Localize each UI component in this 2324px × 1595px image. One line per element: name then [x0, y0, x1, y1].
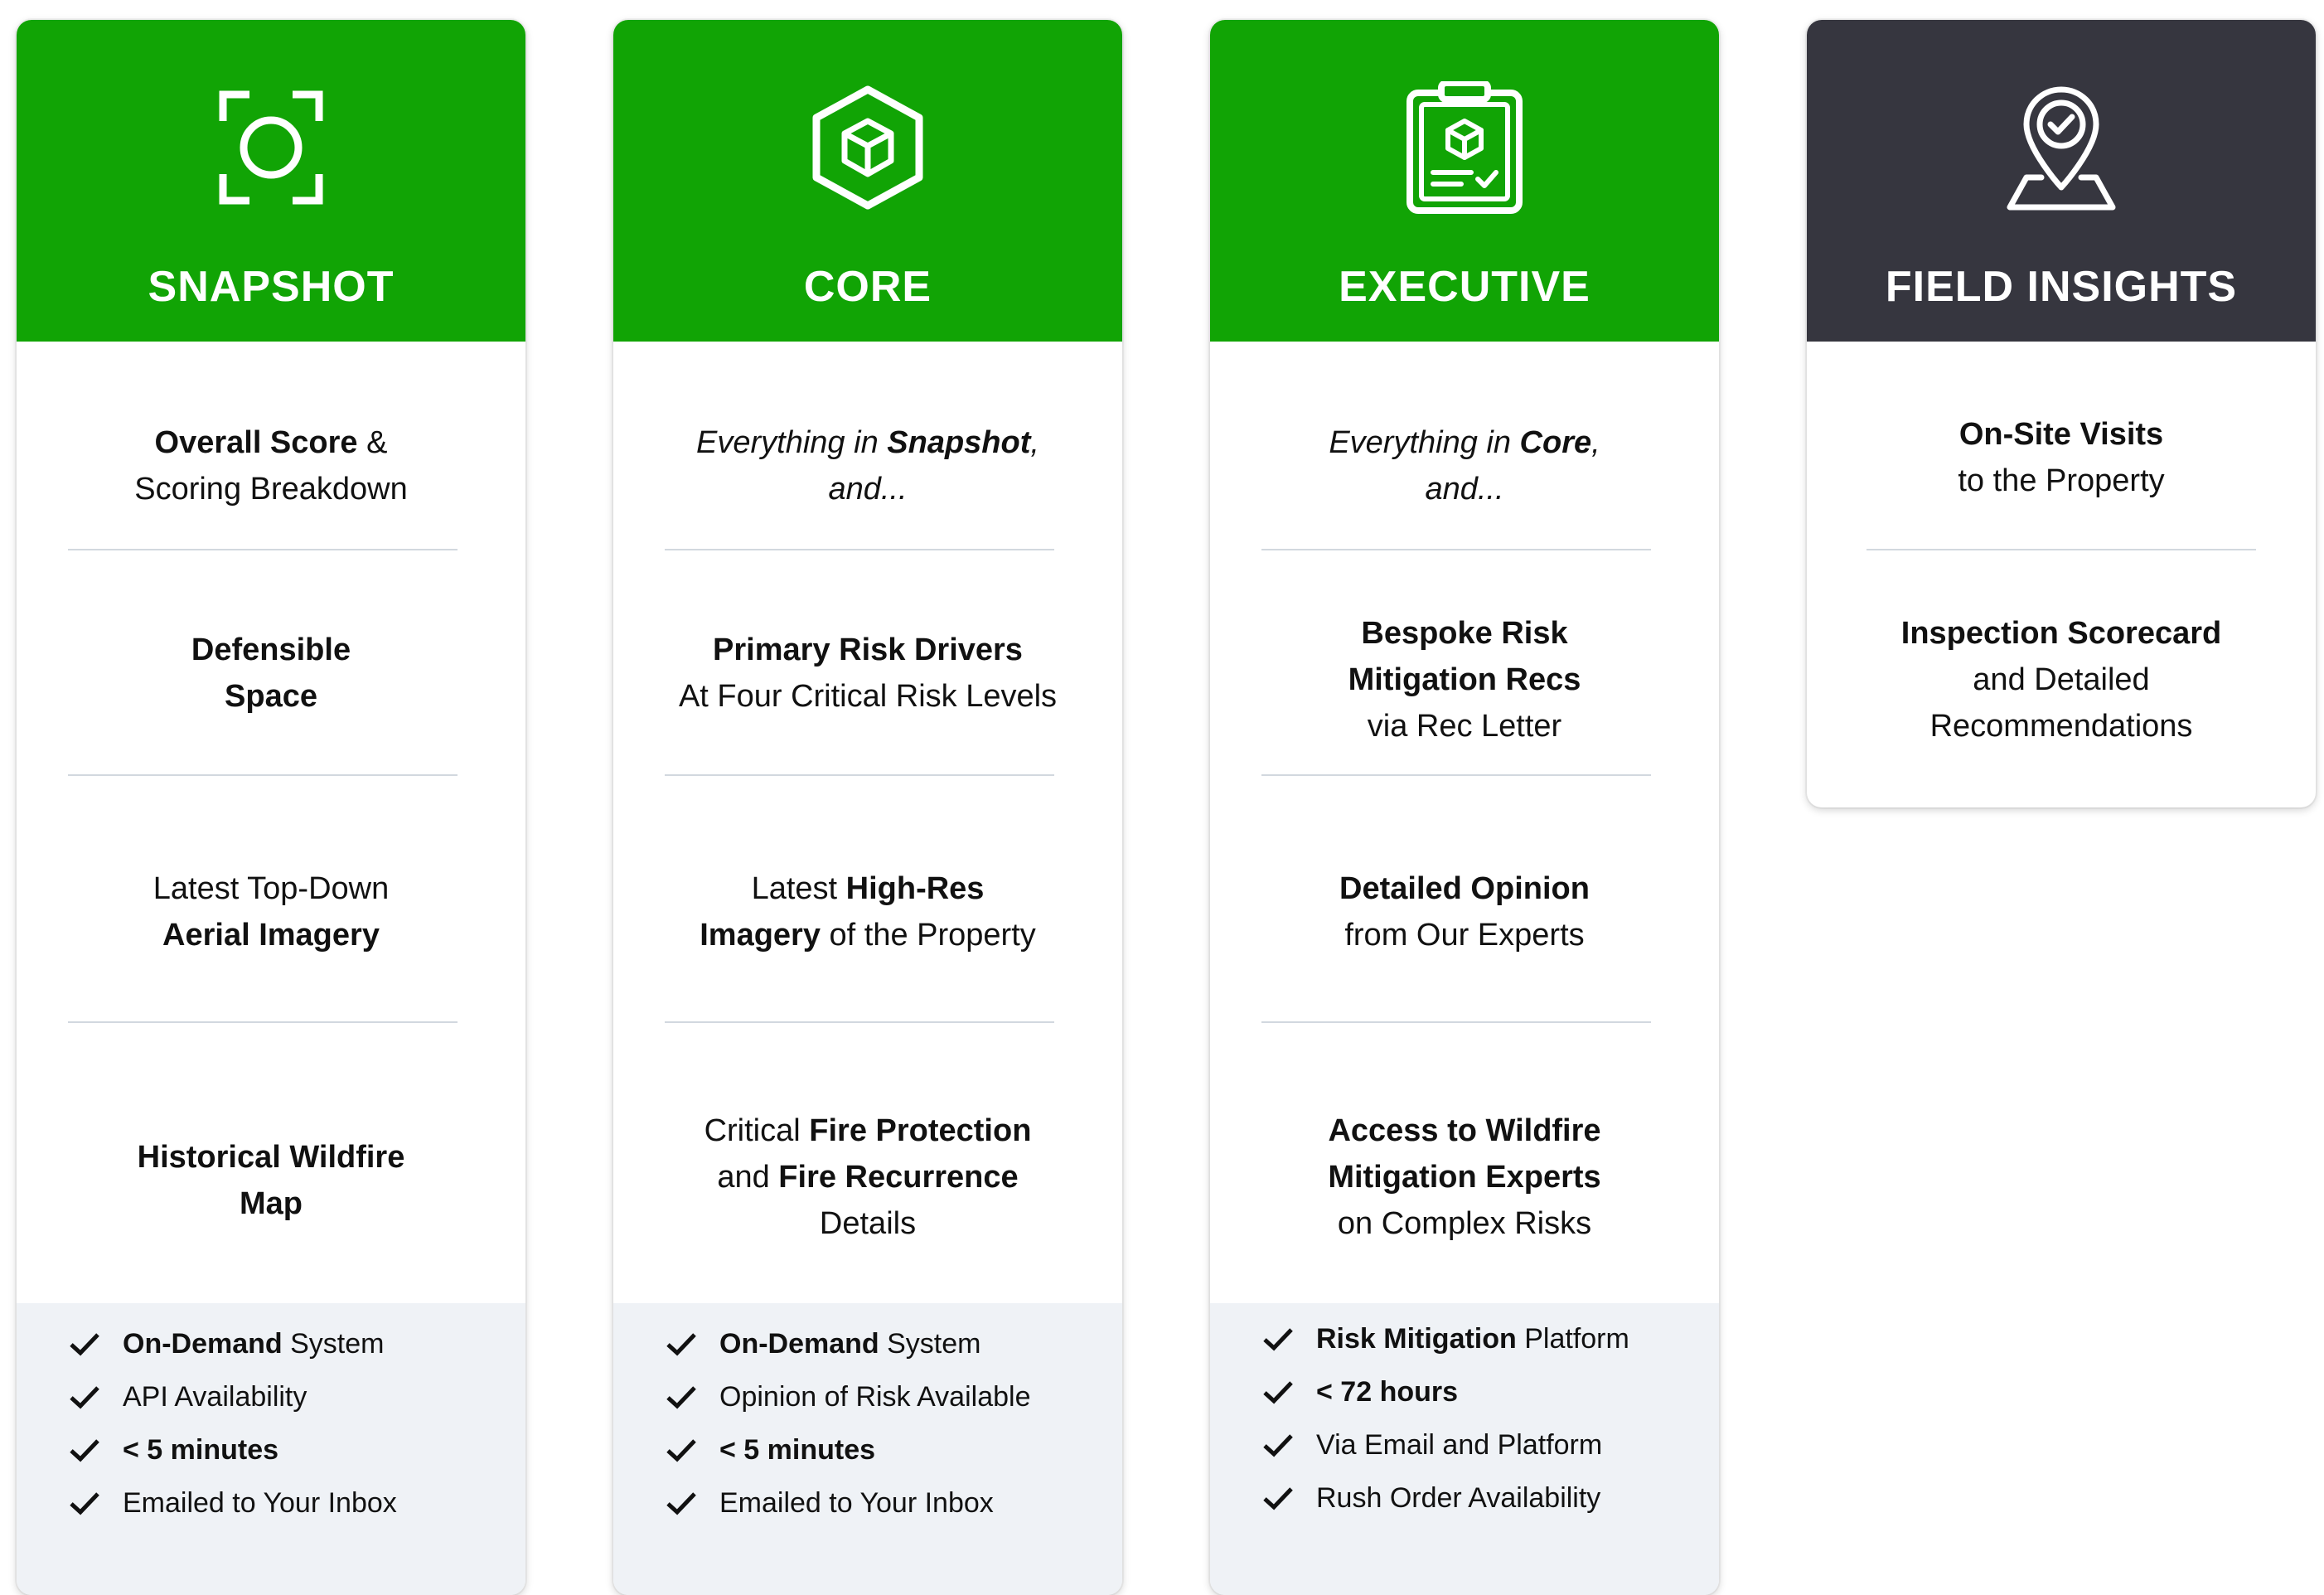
divider	[665, 774, 1054, 776]
checkmark-icon	[665, 1486, 698, 1520]
feature-primary-risk-drivers: Primary Risk Drivers At Four Critical Ri…	[678, 633, 1058, 714]
feature-historical-wildfire-map: Historical Wildfire Map	[137, 1140, 405, 1221]
feature-defensible-space: Defensible Space	[191, 633, 351, 714]
check-item: Emailed to Your Inbox	[665, 1482, 994, 1524]
check-item: < 5 minutes	[665, 1429, 875, 1471]
check-item: Emailed to Your Inbox	[68, 1482, 397, 1524]
divider	[1261, 1021, 1651, 1023]
pricing-tiers: SNAPSHOT Overall Score & Scoring Breakdo…	[0, 0, 2324, 1595]
check-item: On-Demand System	[665, 1323, 981, 1365]
tier-card-snapshot[interactable]: SNAPSHOT Overall Score & Scoring Breakdo…	[17, 20, 525, 1595]
card-header: FIELD INSIGHTS	[1807, 20, 2316, 342]
check-item: < 5 minutes	[68, 1429, 278, 1471]
checkmark-icon	[68, 1380, 101, 1413]
feature-aerial-imagery: Latest Top-Down Aerial Imagery	[153, 871, 390, 953]
feature-high-res-imagery: Latest High-Res Imagery of the Property	[700, 871, 1036, 953]
check-item: Risk Mitigation Platform	[1261, 1318, 1629, 1360]
checkmark-icon	[665, 1380, 698, 1413]
focus-frame-icon	[205, 81, 337, 214]
divider	[665, 1021, 1054, 1023]
card-title: EXECUTIVE	[1339, 263, 1590, 311]
card-title: SNAPSHOT	[148, 263, 395, 311]
check-item: < 72 hours	[1261, 1371, 1458, 1413]
checkmark-icon	[68, 1433, 101, 1467]
checkmark-icon	[665, 1327, 698, 1360]
card-footer: On-Demand System API Availability < 5 mi…	[17, 1303, 525, 1595]
checkmark-icon	[1261, 1322, 1295, 1355]
check-item: Opinion of Risk Available	[665, 1376, 1030, 1418]
card-header: CORE	[613, 20, 1122, 342]
check-item: Via Email and Platform	[1261, 1424, 1602, 1466]
checkmark-icon	[68, 1327, 101, 1360]
feature-fire-protection: Critical Fire Protection and Fire Recurr…	[704, 1113, 1032, 1241]
check-item: On-Demand System	[68, 1323, 385, 1365]
divider	[68, 1021, 458, 1023]
tier-card-executive[interactable]: EXECUTIVE Everything in Core, and... Bes…	[1210, 20, 1719, 1595]
card-title: FIELD INSIGHTS	[1885, 263, 2238, 311]
card-title: CORE	[803, 263, 932, 311]
cube-hexagon-icon	[801, 81, 934, 214]
checkmark-icon	[665, 1433, 698, 1467]
card-header: SNAPSHOT	[17, 20, 525, 342]
card-header: EXECUTIVE	[1210, 20, 1719, 342]
checkmark-icon	[68, 1486, 101, 1520]
divider	[1261, 549, 1651, 550]
feature-access-to-experts: Access to Wildfire Mitigation Experts on…	[1328, 1113, 1601, 1241]
divider	[68, 774, 458, 776]
tier-card-core[interactable]: CORE Everything in Snapshot, and... Prim…	[613, 20, 1122, 1595]
check-item: API Availability	[68, 1376, 307, 1418]
divider	[665, 549, 1054, 550]
location-pin-check-icon	[1995, 81, 2128, 214]
checkmark-icon	[1261, 1428, 1295, 1462]
divider	[1261, 774, 1651, 776]
checkmark-icon	[1261, 1375, 1295, 1408]
feature-everything-in-core: Everything in Core, and...	[1329, 425, 1600, 507]
feature-bespoke-risk-mitigation: Bespoke Risk Mitigation Recs via Rec Let…	[1348, 616, 1581, 744]
card-footer: On-Demand System Opinion of Risk Availab…	[613, 1303, 1122, 1595]
divider	[1866, 549, 2256, 550]
feature-on-site-visits: On-Site Visits to the Property	[1958, 417, 2165, 498]
feature-everything-in-snapshot: Everything in Snapshot, and...	[696, 425, 1039, 507]
checkmark-icon	[1261, 1481, 1295, 1515]
tier-card-field-insights[interactable]: FIELD INSIGHTS On-Site Visits to the Pro…	[1807, 20, 2316, 807]
feature-overall-score: Overall Score & Scoring Breakdown	[134, 425, 408, 507]
feature-inspection-scorecard: Inspection Scorecard and Detailed Recomm…	[1900, 616, 2222, 744]
divider	[68, 549, 458, 550]
feature-detailed-opinion: Detailed Opinion from Our Experts	[1339, 871, 1590, 953]
check-item: Rush Order Availability	[1261, 1477, 1600, 1519]
card-footer: Risk Mitigation Platform < 72 hours Via …	[1210, 1303, 1719, 1595]
clipboard-cube-icon	[1398, 81, 1531, 214]
